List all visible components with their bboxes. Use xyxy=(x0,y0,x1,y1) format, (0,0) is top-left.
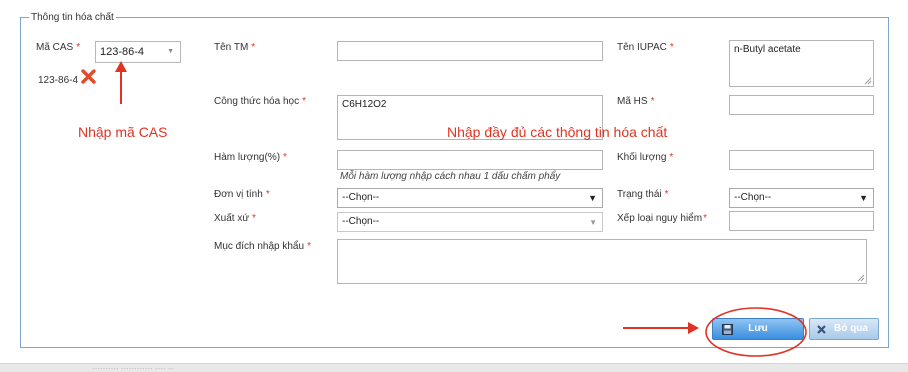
required-mark: * xyxy=(251,42,256,53)
skip-button-label: Bỏ qua xyxy=(834,323,868,334)
muc-dich-label: Mục đích nhập khẩu * xyxy=(214,241,311,253)
required-mark: * xyxy=(664,189,669,200)
khoi-luong-input[interactable] xyxy=(729,150,874,170)
dropdown-arrow-icon: ▼ xyxy=(167,48,174,55)
dropdown-arrow-icon: ▼ xyxy=(589,218,597,227)
remove-cas-icon[interactable] xyxy=(81,69,96,84)
ten-tm-label: Tên TM * xyxy=(214,42,255,54)
required-mark: * xyxy=(669,42,674,53)
ham-luong-hint: Mỗi hàm lượng nhập cách nhau 1 dấu chấm … xyxy=(340,171,561,182)
panel-legend: Thông tin hóa chất xyxy=(29,12,116,23)
cas-tag: 123-86-4 xyxy=(38,75,79,86)
background-page-strip: ·········· ············ ···· ·· xyxy=(0,363,908,372)
ham-luong-input[interactable] xyxy=(337,150,603,170)
save-disk-icon xyxy=(722,324,733,335)
resize-grip-icon[interactable] xyxy=(864,77,872,85)
annotation-enter-cas: Nhập mã CAS xyxy=(78,124,168,140)
cas-label: Mã CAS * xyxy=(36,42,80,54)
chevron-down-icon: ▼ xyxy=(859,193,868,203)
cas-label-text: Mã CAS xyxy=(36,42,74,53)
don-vi-tinh-label: Đơn vị tính * xyxy=(214,189,270,201)
required-mark: * xyxy=(283,152,287,163)
ma-hs-label: Mã HS * xyxy=(617,96,654,108)
xuat-xu-value: --Chọn-- xyxy=(342,216,380,227)
cas-select-value: 123-86-4 xyxy=(100,46,145,58)
ten-tm-input[interactable] xyxy=(337,41,603,61)
skip-button[interactable]: Bỏ qua xyxy=(809,318,879,340)
chevron-down-icon: ▼ xyxy=(588,193,597,203)
xuat-xu-label: Xuất xứ * xyxy=(214,213,256,225)
don-vi-tinh-select[interactable]: --Chọn-- ▼ xyxy=(337,188,603,208)
cancel-icon xyxy=(817,325,826,334)
required-mark: * xyxy=(302,96,306,107)
required-mark: * xyxy=(650,96,655,107)
muc-dich-textarea[interactable] xyxy=(337,239,867,284)
ma-hs-input[interactable] xyxy=(729,95,874,115)
xep-loai-input[interactable] xyxy=(729,211,874,231)
trang-thai-label: Trạng thái * xyxy=(617,189,669,201)
xuat-xu-select[interactable]: --Chọn-- ▼ xyxy=(337,212,603,232)
ten-iupac-textarea[interactable]: n-Butyl acetate xyxy=(729,40,874,87)
required-mark: * xyxy=(265,189,270,200)
resize-grip-icon[interactable] xyxy=(857,274,865,282)
trang-thai-label-text: Trạng thái xyxy=(617,189,662,200)
required-mark: * xyxy=(703,213,707,224)
cas-select[interactable]: 123-86-4 ▼ xyxy=(95,41,181,63)
xuat-xu-label-text: Xuất xứ xyxy=(214,213,250,224)
cong-thuc-value: C6H12O2 xyxy=(342,99,387,110)
cong-thuc-label: Công thức hóa học * xyxy=(214,96,306,108)
don-vi-tinh-label-text: Đơn vị tính xyxy=(214,189,263,200)
save-button[interactable]: Lưu xyxy=(712,318,804,340)
ham-luong-label: Hàm lượng(%) * xyxy=(214,152,287,164)
save-button-label: Lưu xyxy=(748,323,768,334)
required-mark: * xyxy=(307,241,311,252)
muc-dich-label-text: Mục đích nhập khẩu xyxy=(214,241,305,252)
khoi-luong-label-text: Khối lượng xyxy=(617,152,667,163)
required-mark: * xyxy=(76,42,81,53)
ten-iupac-label: Tên IUPAC * xyxy=(617,42,674,54)
don-vi-tinh-value: --Chọn-- xyxy=(342,192,380,203)
trang-thai-select[interactable]: --Chọn-- ▼ xyxy=(729,188,874,208)
ten-iupac-label-text: Tên IUPAC xyxy=(617,42,667,53)
ten-iupac-value: n-Butyl acetate xyxy=(734,44,801,55)
ma-hs-label-text: Mã HS xyxy=(617,96,648,107)
ham-luong-label-text: Hàm lượng(%) xyxy=(214,152,281,163)
khoi-luong-label: Khối lượng * xyxy=(617,152,673,164)
ten-tm-label-text: Tên TM xyxy=(214,42,249,53)
background-text: ·········· ············ ···· ·· xyxy=(92,364,174,372)
trang-thai-value: --Chọn-- xyxy=(734,192,772,203)
required-mark: * xyxy=(252,213,256,224)
xep-loai-label: Xếp loại nguy hiểm* xyxy=(617,213,707,225)
xep-loai-label-text: Xếp loại nguy hiểm xyxy=(617,213,703,224)
cong-thuc-label-text: Công thức hóa học xyxy=(214,96,300,107)
required-mark: * xyxy=(669,152,674,163)
annotation-fill-info: Nhập đầy đủ các thông tin hóa chất xyxy=(447,124,668,140)
